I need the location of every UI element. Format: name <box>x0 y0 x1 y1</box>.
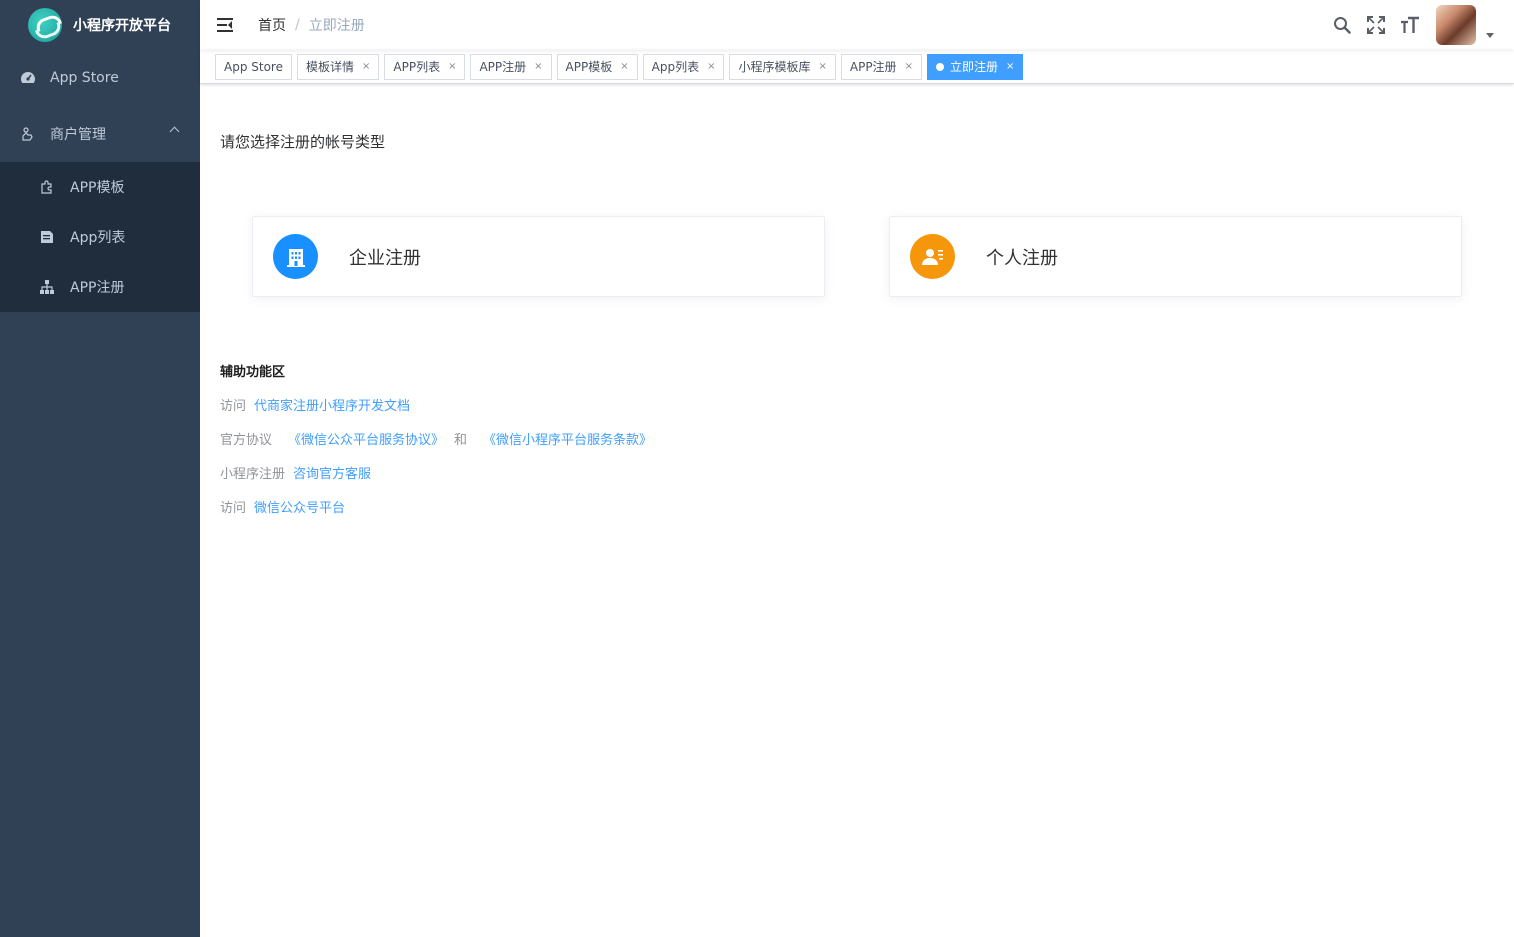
avatar[interactable] <box>1436 5 1476 45</box>
puzzle-icon <box>40 180 54 194</box>
fullscreen-icon[interactable] <box>1366 15 1386 35</box>
page-title: 请您选择注册的帐号类型 <box>220 133 386 151</box>
sidebar-item-label: 商户管理 <box>50 127 106 143</box>
logo[interactable]: 小程序开放平台 <box>0 0 200 50</box>
mp-service-agreement-link[interactable]: 《微信公众平台服务协议》 <box>288 429 444 448</box>
document-icon <box>40 230 54 244</box>
page-content: 请您选择注册的帐号类型 企业注册 个人注册 辅助功能区 访问 代商家注册小程序开… <box>200 84 1514 536</box>
app-root: 小程序开放平台 App Store 商户管理 APP模板 App列表 APP注册… <box>0 0 1514 937</box>
aux-prefix: 官方协议 <box>220 433 273 448</box>
breadcrumb: 首页 / 立即注册 <box>258 15 365 35</box>
tag-app-template[interactable]: APP模板 × <box>556 53 638 80</box>
sidebar-item-app-register[interactable]: APP注册 <box>0 262 200 312</box>
tag-template-detail[interactable]: 模板详情 × <box>296 53 380 80</box>
sidebar-item-label: APP注册 <box>70 280 125 296</box>
aux-prefix: 访问 <box>220 501 247 516</box>
enterprise-register-card[interactable]: 企业注册 <box>252 216 825 297</box>
breadcrumb-separator: / <box>295 17 300 33</box>
close-icon[interactable]: × <box>620 61 628 72</box>
aux-section: 辅助功能区 访问 代商家注册小程序开发文档 官方协议 《微信公众平台服务协议》 … <box>220 361 1494 516</box>
card-label: 企业注册 <box>349 247 421 269</box>
font-size-icon[interactable] <box>1400 15 1420 35</box>
aux-title: 辅助功能区 <box>220 365 286 380</box>
tag-register-now[interactable]: 立即注册 × <box>926 53 1024 80</box>
sidebar-item-merchant[interactable]: 商户管理 <box>0 106 200 162</box>
aux-row-platform: 访问 微信公众号平台 <box>220 497 1494 516</box>
miniprogram-terms-link[interactable]: 《微信小程序平台服务条款》 <box>483 429 652 448</box>
close-icon[interactable]: × <box>534 61 542 72</box>
main-area: 首页 / 立即注册 App Store 模板详情 × APP列表 × APP注册… <box>200 0 1514 937</box>
tag-app-list[interactable]: App列表 × <box>642 53 725 80</box>
building-icon <box>273 234 318 279</box>
sidebar: 小程序开放平台 App Store 商户管理 APP模板 App列表 APP注册 <box>0 0 200 937</box>
tag-label: APP注册 <box>479 60 527 74</box>
aux-conjunction: 和 <box>454 433 468 448</box>
sidebar-item-label: App列表 <box>70 230 126 246</box>
close-icon[interactable]: × <box>448 61 456 72</box>
sidebar-item-label: App Store <box>50 70 119 86</box>
personal-register-card[interactable]: 个人注册 <box>889 216 1462 297</box>
active-dot-icon <box>935 62 944 71</box>
navbar-right <box>1318 0 1494 50</box>
close-icon[interactable]: × <box>818 61 826 72</box>
close-icon[interactable]: × <box>1006 61 1014 72</box>
close-icon[interactable]: × <box>905 61 913 72</box>
sidebar-item-label: APP模板 <box>70 180 125 196</box>
aux-prefix: 访问 <box>220 399 247 414</box>
tag-app-register-2[interactable]: APP注册 × <box>840 53 922 80</box>
sidebar-item-app-store[interactable]: App Store <box>0 50 200 106</box>
tag-label: APP模板 <box>565 60 613 74</box>
tag-app-store[interactable]: App Store <box>215 53 292 80</box>
user-hand-icon <box>20 126 36 142</box>
tree-icon <box>40 280 54 294</box>
app-title: 小程序开放平台 <box>73 18 171 34</box>
breadcrumb-home[interactable]: 首页 <box>258 15 286 35</box>
tags-view: App Store 模板详情 × APP列表 × APP注册 × APP模板 × App… <box>200 50 1514 84</box>
close-icon[interactable]: × <box>362 61 370 72</box>
tag-miniprogram-template-lib[interactable]: 小程序模板库 × <box>729 53 836 80</box>
aux-row-agreements: 官方协议 《微信公众平台服务协议》 和 《微信小程序平台服务条款》 <box>220 429 1494 448</box>
aux-prefix: 小程序注册 <box>220 467 286 482</box>
aux-row-docs: 访问 代商家注册小程序开发文档 <box>220 395 1494 414</box>
tag-app-list-upper[interactable]: APP列表 × <box>384 53 466 80</box>
chevron-up-icon <box>169 126 180 137</box>
wechat-mp-platform-link[interactable]: 微信公众号平台 <box>254 497 345 516</box>
sidebar-item-app-template[interactable]: APP模板 <box>0 162 200 212</box>
official-support-link[interactable]: 咨询官方客服 <box>293 463 371 482</box>
sidebar-item-app-list[interactable]: App列表 <box>0 212 200 262</box>
caret-down-icon <box>1486 32 1494 38</box>
breadcrumb-current: 立即注册 <box>308 18 365 34</box>
card-label: 个人注册 <box>986 247 1058 269</box>
tag-app-register[interactable]: APP注册 × <box>470 53 552 80</box>
close-icon[interactable]: × <box>707 61 715 72</box>
hamburger-icon[interactable] <box>217 18 233 32</box>
search-icon[interactable] <box>1332 15 1352 35</box>
dashboard-icon <box>20 70 36 86</box>
aux-row-support: 小程序注册 咨询官方客服 <box>220 463 1494 482</box>
register-type-cards: 企业注册 个人注册 <box>220 216 1494 297</box>
tag-label: APP注册 <box>849 60 897 74</box>
person-card-icon <box>910 234 955 279</box>
submenu: APP模板 App列表 APP注册 <box>0 162 200 312</box>
navbar: 首页 / 立即注册 <box>200 0 1514 50</box>
tag-label: App列表 <box>651 60 700 74</box>
user-menu[interactable] <box>1436 5 1494 45</box>
tag-label: App Store <box>224 59 283 74</box>
logo-icon <box>28 8 62 42</box>
tag-label: 小程序模板库 <box>738 60 811 74</box>
tag-label: 立即注册 <box>949 60 998 74</box>
dev-docs-link[interactable]: 代商家注册小程序开发文档 <box>254 395 410 414</box>
tag-label: 模板详情 <box>305 60 354 74</box>
tag-label: APP列表 <box>393 60 441 74</box>
